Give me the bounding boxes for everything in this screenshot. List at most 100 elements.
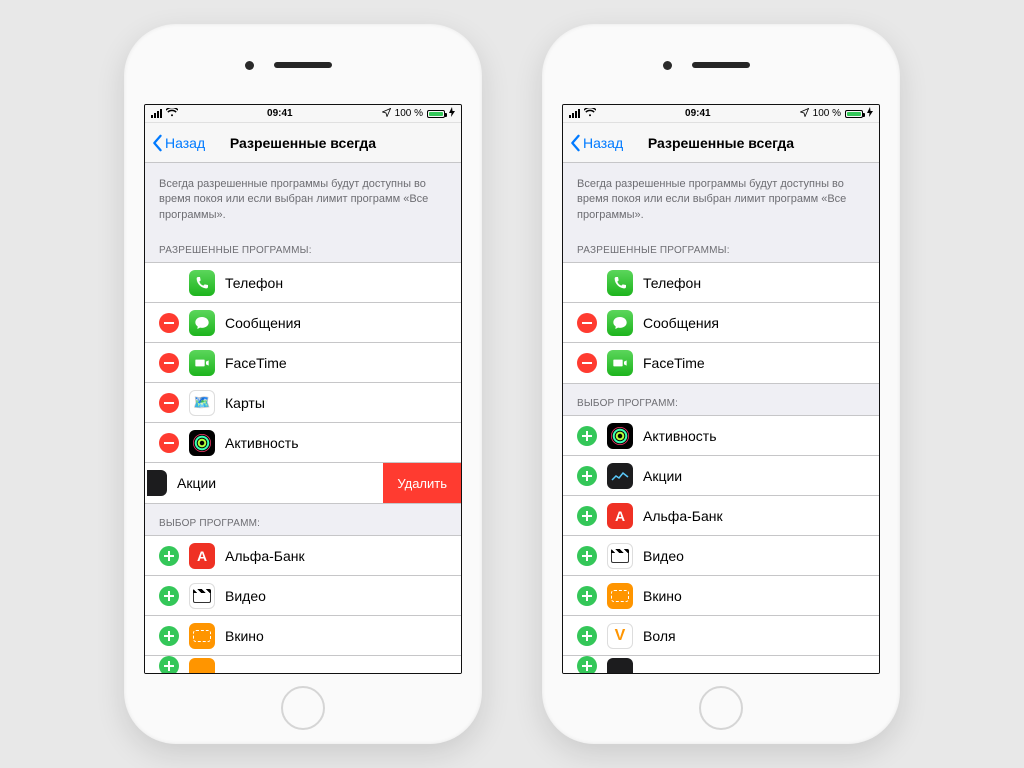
app-label: Телефон <box>225 275 283 291</box>
choose-row-video[interactable]: Видео <box>145 576 461 616</box>
remove-icon[interactable] <box>159 393 179 413</box>
app-label: Активность <box>643 428 717 444</box>
remove-icon[interactable] <box>577 353 597 373</box>
delete-button[interactable]: Удалить <box>383 463 461 503</box>
choose-row-volya[interactable]: V Воля <box>563 616 879 656</box>
add-icon[interactable] <box>159 546 179 566</box>
allowed-row-facetime[interactable]: FaceTime <box>563 343 879 383</box>
chevron-left-icon <box>151 134 163 152</box>
app-label: Вкино <box>225 628 264 644</box>
status-bar: 09:41 100 % <box>563 105 879 123</box>
phone-right: 09:41 100 % Назад Разрешенные всегда Все… <box>542 24 900 744</box>
choose-row-partial[interactable] <box>145 656 461 673</box>
add-icon[interactable] <box>159 586 179 606</box>
back-button[interactable]: Назад <box>569 134 623 152</box>
app-label: Вкино <box>643 588 682 604</box>
location-icon <box>800 108 809 120</box>
chevron-left-icon <box>569 134 581 152</box>
choose-row-activity[interactable]: Активность <box>563 416 879 456</box>
alfa-app-icon: A <box>607 503 633 529</box>
choose-section-header: ВЫБОР ПРОГРАММ: <box>563 384 879 415</box>
content-scroll[interactable]: Всегда разрешенные программы будут досту… <box>563 163 879 673</box>
app-label: FaceTime <box>643 355 705 371</box>
vkino-app-icon <box>189 623 215 649</box>
video-app-icon <box>189 583 215 609</box>
choose-row-video[interactable]: Видео <box>563 536 879 576</box>
description-text: Всегда разрешенные программы будут досту… <box>563 163 879 231</box>
add-icon[interactable] <box>577 586 597 606</box>
home-button[interactable] <box>699 686 743 730</box>
allowed-row-messages[interactable]: Сообщения <box>145 303 461 343</box>
app-label: Сообщения <box>643 315 719 331</box>
screen-right: 09:41 100 % Назад Разрешенные всегда Все… <box>562 104 880 674</box>
stocks-app-icon <box>607 463 633 489</box>
messages-app-icon <box>607 310 633 336</box>
allowed-section-header: РАЗРЕШЕННЫЕ ПРОГРАММЫ: <box>563 231 879 262</box>
speaker-grille <box>692 62 750 68</box>
phone-app-icon <box>607 270 633 296</box>
remove-icon[interactable] <box>159 353 179 373</box>
nav-bar: Назад Разрешенные всегда <box>563 123 879 163</box>
battery-icon <box>427 110 445 118</box>
choose-row-vkino[interactable]: Вкино <box>145 616 461 656</box>
speaker-grille <box>274 62 332 68</box>
status-time: 09:41 <box>596 108 800 119</box>
add-icon[interactable] <box>577 426 597 446</box>
location-icon <box>382 108 391 120</box>
home-button[interactable] <box>281 686 325 730</box>
app-label: Акции <box>177 475 216 491</box>
content-scroll[interactable]: Всегда разрешенные программы будут досту… <box>145 163 461 673</box>
add-icon[interactable] <box>577 466 597 486</box>
battery-percentage: 100 % <box>813 108 841 119</box>
add-icon[interactable] <box>577 546 597 566</box>
choose-list: A Альфа-Банк Видео Вкино <box>145 535 461 673</box>
app-label: Альфа-Банк <box>643 508 723 524</box>
remove-icon[interactable] <box>159 313 179 333</box>
facetime-app-icon <box>607 350 633 376</box>
status-bar: 09:41 100 % <box>145 105 461 123</box>
allowed-row-facetime[interactable]: FaceTime <box>145 343 461 383</box>
add-icon[interactable] <box>577 656 597 673</box>
activity-app-icon <box>189 430 215 456</box>
activity-app-icon <box>607 423 633 449</box>
alfa-app-icon: A <box>189 543 215 569</box>
app-label: Телефон <box>643 275 701 291</box>
add-icon[interactable] <box>577 626 597 646</box>
allowed-row-maps[interactable]: 🗺️ Карты <box>145 383 461 423</box>
choose-row-alfa[interactable]: A Альфа-Банк <box>563 496 879 536</box>
description-text: Всегда разрешенные программы будут досту… <box>145 163 461 231</box>
app-label: Видео <box>643 548 684 564</box>
phone-left: 09:41 100 % Назад Разрешенные всегда Все… <box>124 24 482 744</box>
add-icon[interactable] <box>159 656 179 673</box>
app-label: Активность <box>225 435 299 451</box>
charging-icon <box>867 107 873 120</box>
signal-icon <box>569 109 580 118</box>
allowed-row-messages[interactable]: Сообщения <box>563 303 879 343</box>
stocks-app-icon <box>147 470 167 496</box>
choose-row-stocks[interactable]: Акции <box>563 456 879 496</box>
maps-app-icon: 🗺️ <box>189 390 215 416</box>
choose-row-partial[interactable] <box>563 656 879 673</box>
allowed-row-phone[interactable]: Телефон <box>563 263 879 303</box>
app-label: Видео <box>225 588 266 604</box>
allowed-list: Телефон Сообщения FaceTime <box>145 262 461 504</box>
choose-row-alfa[interactable]: A Альфа-Банк <box>145 536 461 576</box>
remove-icon[interactable] <box>577 313 597 333</box>
back-button[interactable]: Назад <box>151 134 205 152</box>
allowed-row-activity[interactable]: Активность <box>145 423 461 463</box>
add-icon[interactable] <box>159 626 179 646</box>
add-icon[interactable] <box>577 506 597 526</box>
allowed-row-phone[interactable]: Телефон <box>145 263 461 303</box>
charging-icon <box>449 107 455 120</box>
vkino-app-icon <box>607 583 633 609</box>
screen-left: 09:41 100 % Назад Разрешенные всегда Все… <box>144 104 462 674</box>
choose-row-vkino[interactable]: Вкино <box>563 576 879 616</box>
battery-icon <box>845 110 863 118</box>
remove-icon[interactable] <box>159 433 179 453</box>
facetime-app-icon <box>189 350 215 376</box>
front-camera <box>245 61 254 70</box>
status-time: 09:41 <box>178 108 382 119</box>
partial-app-icon <box>607 658 633 673</box>
allowed-row-stocks-swiped[interactable]: Акции Удалить <box>145 463 461 503</box>
allowed-list: Телефон Сообщения FaceTime <box>563 262 879 384</box>
